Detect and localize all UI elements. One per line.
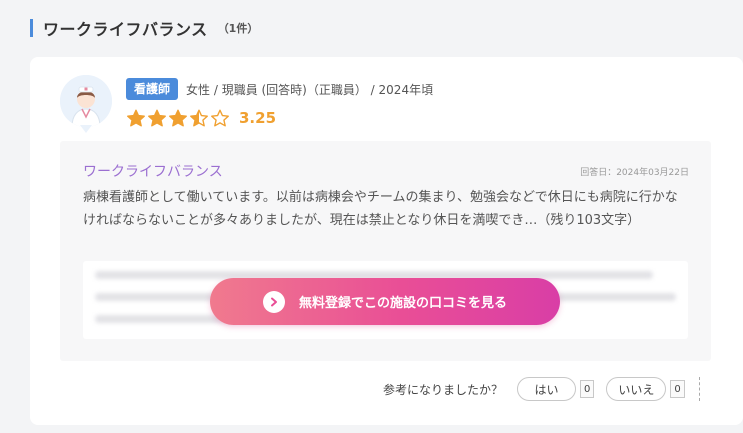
- helpful-row: 参考になりましたか？ はい 0 いいえ 0: [383, 376, 700, 402]
- review-title: ワークライフバランス: [83, 164, 223, 180]
- star-icon: [190, 109, 208, 127]
- reviewer-info: 女性 / 現職員 (回答時)（正職員） / 2024年頃: [186, 82, 434, 97]
- review-date: 回答日：2024年03月22日: [580, 168, 689, 178]
- nurse-avatar-icon: [60, 75, 112, 127]
- register-cta-button[interactable]: 無料登録でこの施設の口コミを見る: [210, 278, 560, 325]
- register-cta-label: 無料登録でこの施設の口コミを見る: [298, 296, 507, 311]
- rating-value: 3.25: [239, 109, 277, 127]
- star-icon: [211, 109, 229, 127]
- star-rating: [126, 109, 231, 127]
- helpful-no-count: 0: [670, 380, 685, 398]
- section-title: ワークライフバランス: [43, 20, 208, 39]
- review-content-box: ワークライフバランス 回答日：2024年03月22日 病棟看護師として働いていま…: [60, 141, 711, 361]
- section-count: （1件）: [217, 22, 259, 35]
- helpful-no-button[interactable]: いいえ: [606, 377, 667, 401]
- star-icon: [148, 109, 166, 127]
- helpful-question: 参考になりましたか？: [383, 382, 504, 397]
- review-card: 看護師 女性 / 現職員 (回答時)（正職員） / 2024年頃 3.25 ワー…: [30, 57, 743, 425]
- helpful-yes-count: 0: [580, 380, 595, 398]
- star-icon: [127, 109, 145, 127]
- section-header: ワークライフバランス （1件）: [30, 16, 258, 40]
- review-body: 病棟看護師として働いています。以前は病棟会やチームの集まり、勉強会などで休日にも…: [83, 190, 678, 228]
- reviewer-meta: 看護師 女性 / 現職員 (回答時)（正職員） / 2024年頃: [126, 78, 433, 100]
- helpful-yes-button[interactable]: はい: [517, 377, 577, 401]
- avatar-pointer: [80, 125, 92, 133]
- chevron-right-icon: [262, 290, 285, 313]
- rating-row: 3.25: [126, 107, 276, 129]
- star-icon: [169, 109, 187, 127]
- section-accent-bar: [30, 19, 33, 37]
- divider: [698, 377, 700, 401]
- role-badge: 看護師: [126, 78, 179, 100]
